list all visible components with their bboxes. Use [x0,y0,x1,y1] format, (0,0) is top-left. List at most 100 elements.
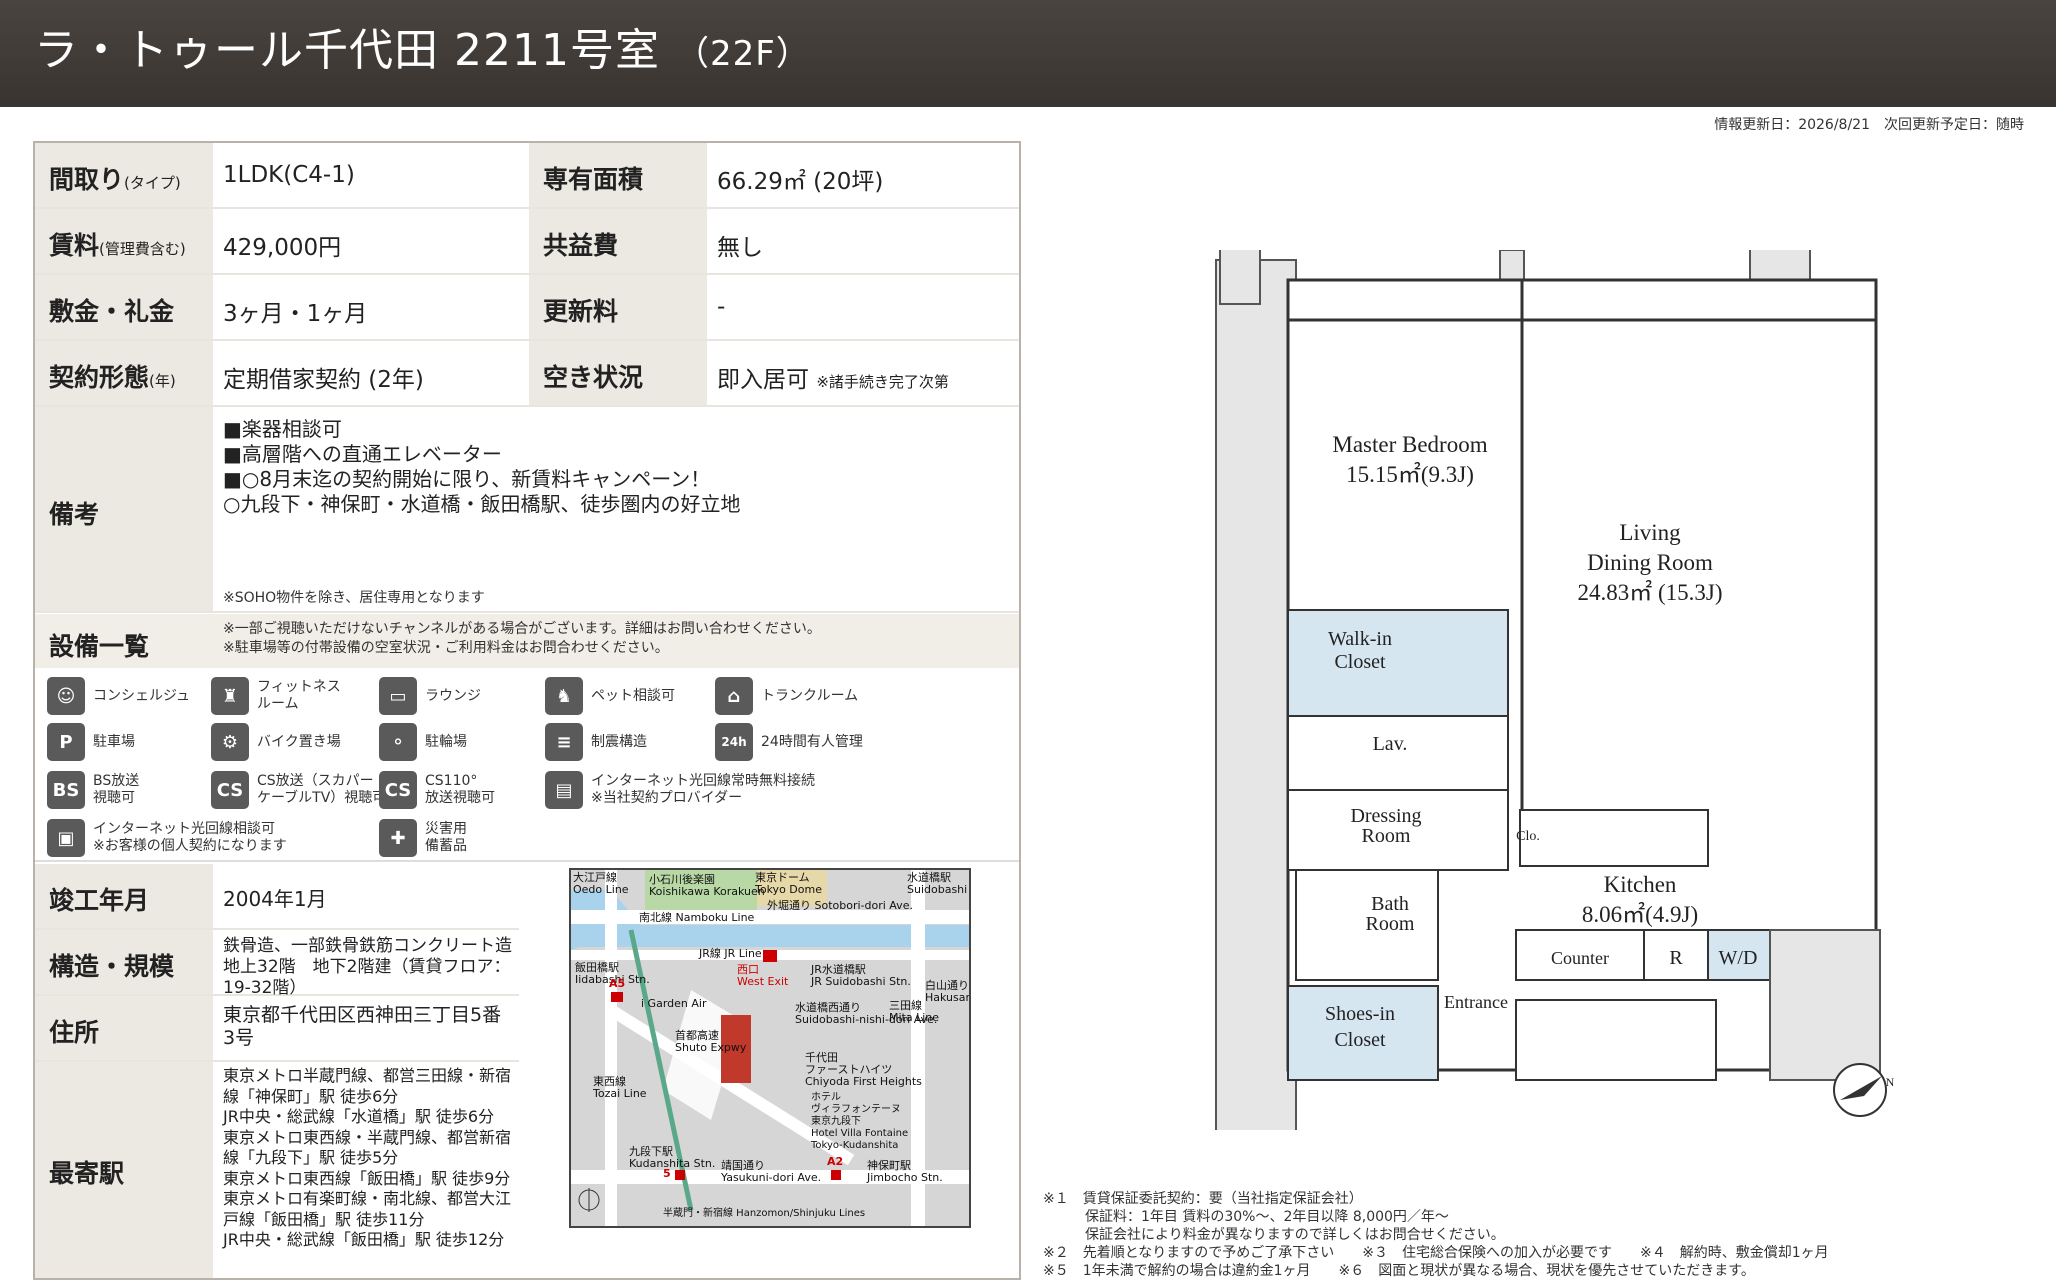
equipment-item: ⌂ トランクルーム [715,677,858,715]
equipment-item: ≡ 制震構造 [545,723,647,761]
equipment-item: CS CS110° 放送視聴可 [379,771,495,809]
master-bedroom-label: Master Bedroom [1332,432,1487,457]
map-label: 千代田 ファーストハイツ Chiyoda First Heights [805,1051,922,1088]
structure-value: 鉄骨造、一部鉄骨鉄筋コンクリート造 地上32階 地下2階建（賃貸フロア：19-3… [223,936,529,998]
spec-row-deposit: 敷金・礼金 3ヶ月・1ヶ月 更新料 - [35,275,1019,341]
equipment-label: CS110° 放送視聴可 [425,773,495,806]
spec-row-rent: 賃料(管理費含む) 429,000円 共益費 無し [35,209,1019,275]
spec-panel: 間取り(タイプ) 1LDK(C4-1) 専有面積 66.29㎡ (20坪) 賃料… [33,141,1021,1280]
equipment-icon: ♜ [211,677,249,715]
station-item: 東京メトロ有楽町線・南北線、都営大江戸線「飯田橋」駅 徒歩11分 [223,1189,512,1229]
station-item: 東京メトロ東西線「飯田橋」駅 徒歩9分 [223,1168,511,1188]
equipment-item: 24h 24時間有人管理 [715,723,863,761]
map-label: 南北線 Namboku Line [639,911,755,924]
equipment-note: ※駐車場等の付帯設備の空室状況・ご利用料金はお問合わせください。 [223,640,669,656]
equipment-icon: P [47,723,85,761]
lav-label: Lav. [1373,733,1408,755]
equipment-icon: ⚬ [379,723,417,761]
footnote-line: ※１ 賃貸保証委託契約：要（当社指定保証会社） [1043,1191,1363,1207]
station-list: 東京メトロ半蔵門線、都営三田線・新宿線「神保町」駅 徒歩6分 JR中央・総武線「… [223,1066,513,1251]
footnote-line: ※５ 1年未満で解約の場合は違約金1ヶ月 ※６ 図面と現状が異なる場合、現状を優… [1043,1263,1755,1279]
map-label: 水道橋駅 Suidobashi Stn. [907,871,968,896]
remark-line: ■楽器相談可 [223,417,342,441]
equipment-item: ⚙ バイク置き場 [211,723,341,761]
map-label: 小石川後楽園 Koishikawa Korakuen [649,873,765,898]
equipment-label: BS放送 視聴可 [93,773,140,806]
map-label: i Garden Air [641,997,707,1010]
equipment-icon: ⚙ [211,723,249,761]
bath-label2: Room [1366,913,1415,935]
kitchen-label: Kitchen [1604,872,1677,897]
walkin-label: Walk-in [1328,628,1392,650]
equipment-icon: ≡ [545,723,583,761]
master-bedroom-area: 15.15㎡(9.3J) [1346,462,1474,487]
footnotes: ※１ 賃貸保証委託契約：要（当社指定保証会社） 保証料：1年目 賃料の30%〜、… [1043,1190,1829,1280]
equipment-label: 設備一覧 [49,632,150,661]
common-value: 無し [717,235,763,261]
equipment-item: ♜ フィットネス ルーム [211,677,341,715]
equipment-item: ✚ 災害用 備蓄品 [379,819,467,857]
map-label: 半蔵門・新宿線 Hanzomon/Shinjuku Lines [663,1208,866,1219]
map-label: A5 [609,977,626,990]
map-label: JR水道橋駅 JR Suidobashi Stn. [811,963,911,988]
remarks-row: 備考 ■楽器相談可 ■高層階への直通エレベーター ■○8月末迄の契約開始に限り、… [35,407,1019,613]
rent-value: 429,000円 [223,235,342,261]
equipment-label: フィットネス ルーム [257,679,341,712]
map-label: 西口 West Exit [737,963,789,988]
equipment-label: 24時間有人管理 [761,733,863,750]
station-item: 東京メトロ半蔵門線、都営三田線・新宿線「神保町」駅 徒歩6分 [223,1066,512,1106]
floor-text: （22F） [674,34,811,74]
vacancy-label: 空き状況 [543,363,644,392]
equipment-label: 災害用 備蓄品 [425,821,467,854]
equipment-icon: 24h [715,723,753,761]
equipment-icon: ☺ [47,677,85,715]
equipment-label: CS放送（スカパー・ ケーブルTV）視聴可 [257,773,388,806]
equipment-item: BS BS放送 視聴可 [47,771,139,809]
area-label: 専有面積 [543,165,644,194]
equipment-item: ⚬ 駐輪場 [379,723,467,761]
rent-label: 賃料(管理費含む) [49,231,186,260]
equipment-item: ☺ コンシェルジュ [47,677,190,715]
structure-row: 構造・規模 鉄骨造、一部鉄骨鉄筋コンクリート造 地上32階 地下2階建（賃貸フロ… [35,930,529,998]
map-label: 東京ドーム Tokyo Dome [755,871,822,896]
built-value: 2004年1月 [223,887,327,911]
equipment-label: 制震構造 [591,733,647,750]
address-row: 住所 東京都千代田区西神田三丁目5番3号 [35,996,519,1062]
equipment-notes: ※一部ご視聴いただけないチャンネルがある場合がございます。詳細はお問い合わせくだ… [223,620,821,658]
deposit-value: 3ヶ月・1ヶ月 [223,301,368,327]
equipment-icon: ▭ [379,677,417,715]
equipment-icon: BS [47,771,85,809]
dining-label: Dining Room [1587,550,1713,575]
map-label: 九段下駅 Kudanshita Stn. [629,1145,716,1170]
common-label: 共益費 [543,231,619,260]
remark-line: ■○8月末迄の契約開始に限り、新賃料キャンペーン！ [223,467,711,491]
map-label: 大江戸線 Oedo Line [573,871,629,896]
renewal-value: - [717,294,726,320]
built-row: 竣工年月 2004年1月 [35,864,519,930]
map-label: 三田線 Mita Line [889,999,940,1024]
map-label: JR線 JR Line [699,947,762,960]
equipment-note: ※一部ご視聴いただけないチャンネルがある場合がございます。詳細はお問い合わせくだ… [223,621,821,637]
remark-line: ○九段下・神保町・水道橋・飯田橋駅、徒歩圏内の好立地 [223,492,741,516]
station-item: JR中央・総武線「飯田橋」駅 徒歩12分 [223,1230,505,1249]
structure-label: 構造・規模 [49,952,175,981]
equipment-label: ペット相談可 [591,687,675,704]
dressing-label2: Room [1362,825,1411,847]
contract-label: 契約形態(年) [49,363,176,392]
entrance-label: Entrance [1444,992,1508,1012]
closet-label: Clo. [1516,829,1540,844]
station-item: 東京メトロ東西線・半蔵門線、都営新宿線「九段下」駅 徒歩5分 [223,1127,512,1168]
bath-label: Bath [1371,893,1409,915]
refrigerator-label: R [1669,947,1683,969]
floor-plan: Master Bedroom 15.15㎡(9.3J) Living Dinin… [1215,250,1895,1130]
equipment-icon: CS [211,771,249,809]
equipment-icon: ▤ [545,771,583,809]
footnote-line: ※２ 先着順となりますので予めご了承下さい ※３ 住宅総合保険への加入が必要です… [1043,1245,1829,1261]
equipment-icon: ⌂ [715,677,753,715]
layout-label: 間取り(タイプ) [49,165,181,194]
remarks-lines: ■楽器相談可 ■高層階への直通エレベーター ■○8月末迄の契約開始に限り、新賃料… [223,417,740,517]
spec-row-contract: 契約形態(年) 定期借家契約 (2年) 空き状況 即入居可 ※諸手続き完了次第 [35,341,1019,407]
map-label: 靖国通り Yasukuni-dori Ave. [721,1159,822,1184]
deposit-label: 敷金・礼金 [49,297,175,326]
shoes-label2: Closet [1334,1029,1386,1051]
